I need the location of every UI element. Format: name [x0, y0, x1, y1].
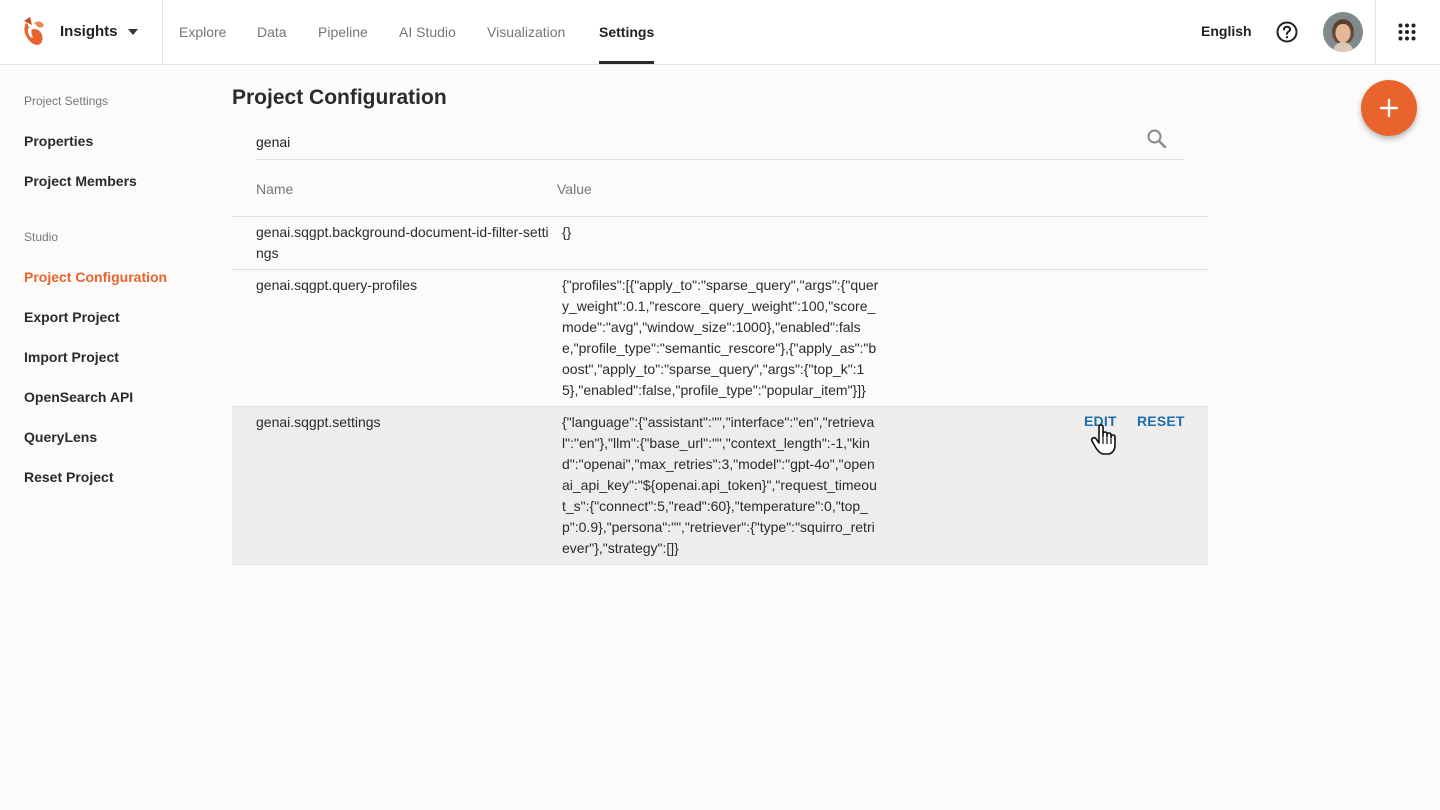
- user-avatar-image: [1323, 12, 1363, 52]
- config-name: genai.sqgpt.query-profiles: [256, 277, 418, 293]
- sidebar-section-project-settings: Project Settings: [24, 94, 109, 108]
- tab-ai-studio[interactable]: AI Studio: [399, 0, 456, 64]
- reset-button[interactable]: RESET: [1137, 413, 1185, 429]
- caret-down-icon: [128, 29, 138, 35]
- sidebar-item-properties[interactable]: Properties: [24, 133, 93, 149]
- sidebar-item-reset-project[interactable]: Reset Project: [24, 469, 113, 485]
- sidebar-section-studio: Studio: [24, 230, 59, 244]
- plus-icon: [1379, 98, 1399, 118]
- column-header-name: Name: [256, 181, 294, 197]
- config-value: {"language":{"assistant":"","interface":…: [562, 414, 877, 556]
- search-input[interactable]: [256, 130, 1126, 154]
- search-bar: [256, 120, 1184, 160]
- sidebar-item-querylens[interactable]: QueryLens: [24, 429, 97, 445]
- add-fab-button[interactable]: [1361, 80, 1417, 136]
- apps-grid-icon[interactable]: [1398, 23, 1416, 41]
- column-header-value: Value: [557, 181, 592, 197]
- sidebar-item-project-configuration[interactable]: Project Configuration: [24, 269, 167, 285]
- user-avatar[interactable]: [1323, 12, 1363, 52]
- tab-visualization[interactable]: Visualization: [487, 0, 565, 64]
- help-circle-icon[interactable]: [1276, 21, 1298, 43]
- table-row[interactable]: genai.sqgpt.query-profiles {"profiles":[…: [232, 270, 1208, 407]
- tab-settings[interactable]: Settings: [599, 0, 655, 64]
- language-selector[interactable]: English: [1201, 23, 1252, 39]
- project-name: Insights: [60, 23, 118, 40]
- tab-explore[interactable]: Explore: [179, 0, 226, 64]
- sidebar-item-export-project[interactable]: Export Project: [24, 309, 120, 325]
- config-name: genai.sqgpt.background-document-id-filte…: [256, 224, 549, 261]
- page-title: Project Configuration: [232, 86, 447, 109]
- squirrel-logo-icon: [24, 17, 44, 45]
- table-row[interactable]: genai.sqgpt.settings {"language":{"assis…: [232, 407, 1208, 565]
- search-icon[interactable]: [1146, 128, 1168, 150]
- tab-data[interactable]: Data: [257, 0, 287, 64]
- config-name: genai.sqgpt.settings: [256, 414, 381, 430]
- tab-pipeline[interactable]: Pipeline: [318, 0, 368, 64]
- header-divider: [1375, 0, 1376, 64]
- table-row[interactable]: genai.sqgpt.background-document-id-filte…: [232, 217, 1208, 270]
- sidebar-item-project-members[interactable]: Project Members: [24, 173, 137, 189]
- project-switcher[interactable]: Insights: [0, 0, 163, 64]
- config-value: {"profiles":[{"apply_to":"sparse_query",…: [562, 277, 879, 398]
- edit-button[interactable]: EDIT: [1084, 413, 1117, 429]
- sidebar-item-import-project[interactable]: Import Project: [24, 349, 119, 365]
- sidebar-item-opensearch-api[interactable]: OpenSearch API: [24, 389, 133, 405]
- config-value: {}: [562, 224, 572, 240]
- top-navigation-bar: Insights Explore Data Pipeline AI Studio…: [0, 0, 1440, 65]
